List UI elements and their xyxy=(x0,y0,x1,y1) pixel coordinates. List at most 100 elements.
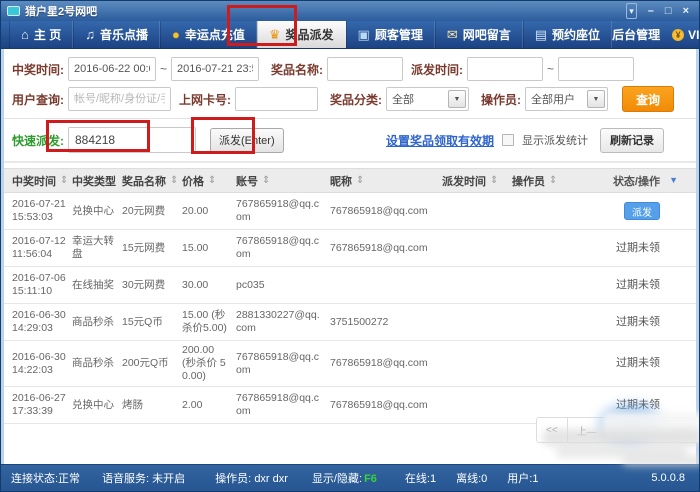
quick-dispatch-input[interactable] xyxy=(68,127,196,153)
tab-label: 音乐点播 xyxy=(100,26,148,43)
table-header-row: 中奖时间⇕中奖类型⇕奖品名称⇕价格⇕账号⇕昵称⇕派发时间⇕操作员⇕状态/操作▼ xyxy=(4,168,696,193)
sort-icon[interactable]: ⇕ xyxy=(208,175,216,186)
dispatch-button[interactable]: 派发 xyxy=(624,202,660,220)
music-icon: ♫ xyxy=(85,28,95,41)
cell-account: pc035 xyxy=(236,279,330,292)
tab-home[interactable]: ⌂主 页 xyxy=(9,21,73,48)
sort-icon[interactable]: ⇕ xyxy=(490,175,498,186)
cell-nick: 767865918@qq.com xyxy=(330,357,442,370)
hotkey-value: F6 xyxy=(364,473,377,485)
vip-icon: ¥ xyxy=(672,29,684,41)
title-bar: 猎户星2号网吧 ▾ – □ × xyxy=(1,1,699,21)
tab-label: 网吧留言 xyxy=(463,26,511,43)
cell-price: 2.00 xyxy=(182,399,236,412)
sort-icon[interactable]: ⇕ xyxy=(549,175,557,186)
refresh-records-button[interactable]: 刷新记录 xyxy=(600,128,664,153)
column-header-operator[interactable]: 操作员⇕ xyxy=(512,173,558,189)
tab-gift[interactable]: ♛奖品派发 xyxy=(257,21,346,48)
cell-type: 兑换中心 xyxy=(72,399,122,412)
sort-icon[interactable]: ⇕ xyxy=(262,175,270,186)
column-header-account[interactable]: 账号⇕ xyxy=(236,173,330,189)
cell-status: 过期未领 xyxy=(558,357,688,370)
sort-icon[interactable]: ⇕ xyxy=(356,175,364,186)
show-stats-checkbox[interactable] xyxy=(502,134,514,146)
vip-link[interactable]: ¥ VIP试用版 xyxy=(672,26,700,43)
chevron-down-icon: ▼ xyxy=(448,90,466,108)
cell-account: 2881330227@qq.com xyxy=(236,309,330,335)
set-validity-link[interactable]: 设置奖品领取有效期 xyxy=(386,132,494,149)
column-header-type[interactable]: 中奖类型⇕ xyxy=(72,173,122,189)
prize-category-value: 全部 xyxy=(387,91,448,107)
first-page-button[interactable]: << xyxy=(537,418,568,442)
cell-account: 767865918@qq.com xyxy=(236,235,330,261)
chevron-down-icon: ▼ xyxy=(587,90,605,108)
show-hide-hotkey: 显示/隐藏:F6 xyxy=(312,470,377,486)
cell-name: 20元网费 xyxy=(122,205,182,218)
column-header-label: 派发时间 xyxy=(442,173,486,189)
filter-row-2: 用户查询: 上网卡号: 奖品分类: 全部 ▼ 操作员: 全部用户 ▼ 查询 xyxy=(12,86,696,112)
tab-seat[interactable]: ▤预约座位 xyxy=(523,21,612,48)
sort-icon[interactable]: ⇕ xyxy=(170,175,178,186)
tab-coin[interactable]: ●幸运点充值 xyxy=(160,21,257,48)
window-title: 猎户星2号网吧 xyxy=(25,3,97,19)
column-header-price[interactable]: 价格 ⇕ xyxy=(182,173,236,189)
show-stats-label: 显示派发统计 xyxy=(522,132,588,148)
cell-type: 在线抽奖 xyxy=(72,279,122,292)
operator-select[interactable]: 全部用户 ▼ xyxy=(525,87,608,111)
column-header-label: 价格 xyxy=(182,173,204,189)
tab-music[interactable]: ♫ 音乐点播 xyxy=(73,21,160,48)
column-header-dispatch_time[interactable]: 派发时间 ⇕ xyxy=(442,173,512,189)
nav-right: 后台管理 ¥ VIP试用版 xyxy=(612,21,700,48)
dispatch-enter-button[interactable]: 派发(Enter) xyxy=(210,128,284,153)
cell-time: 2016-06-27 17:33:39 xyxy=(12,392,72,418)
search-button[interactable]: 查询 xyxy=(622,86,674,112)
cell-nick: 767865918@qq.com xyxy=(330,242,442,255)
column-header-time[interactable]: 中奖时间⇕ xyxy=(12,173,72,189)
range-separator: ~ xyxy=(547,62,554,76)
cell-nick: 767865918@qq.com xyxy=(330,399,442,412)
cell-name: 烤肠 xyxy=(122,399,182,412)
column-header-label: 中奖类型 xyxy=(72,173,116,189)
tab-monitor[interactable]: ▣顾客管理 xyxy=(346,21,435,48)
cell-price: 30.00 xyxy=(182,279,236,292)
filter-panel: 中奖时间: ~ 奖品名称: 派发时间: ~ 用户查询: 上网卡号: 奖品分类: … xyxy=(4,49,696,119)
cell-account: 767865918@qq.com xyxy=(236,392,330,418)
user-count: 用户:1 xyxy=(507,470,538,486)
prize-category-select[interactable]: 全部 ▼ xyxy=(386,87,469,111)
cell-name: 30元网费 xyxy=(122,279,182,292)
win-time-from-input[interactable] xyxy=(68,57,156,81)
win-time-label: 中奖时间: xyxy=(12,61,64,78)
maximize-button[interactable]: □ xyxy=(665,4,672,18)
user-query-input[interactable] xyxy=(68,87,171,111)
filter-icon[interactable]: ▼ xyxy=(669,175,678,185)
status-bar: 连接状态:正常 语音服务: 未开启 操作员: dxr dxr 显示/隐藏:F6 … xyxy=(1,464,699,491)
table-row: 2016-06-30 14:29:03商品秒杀15元Q币15.00 (秒杀价5.… xyxy=(4,304,696,341)
tab-message[interactable]: ✉网吧留言 xyxy=(435,21,523,48)
cell-time: 2016-07-12 11:56:04 xyxy=(12,235,72,261)
window-controls: ▾ – □ × xyxy=(626,3,693,19)
prize-name-input[interactable] xyxy=(327,57,403,81)
offline-count: 离线:0 xyxy=(456,470,487,486)
card-number-input[interactable] xyxy=(235,87,318,111)
nav-bar: ⌂主 页 ♫ 音乐点播 ●幸运点充值♛奖品派发▣顾客管理✉网吧留言▤预约座位 后台管理… xyxy=(1,21,699,49)
prev-page-button[interactable]: 上— xyxy=(568,418,700,442)
close-button[interactable]: × xyxy=(683,4,689,18)
voice-service-status: 语音服务: 未开启 xyxy=(102,470,185,486)
cell-time: 2016-07-06 15:11:10 xyxy=(12,272,72,298)
column-header-name[interactable]: 奖品名称 ⇕ xyxy=(122,173,182,189)
sort-icon[interactable]: ⇕ xyxy=(60,175,68,186)
dispatch-time-to-input[interactable] xyxy=(558,57,634,81)
skin-menu-button[interactable]: ▾ xyxy=(626,3,637,19)
column-header-nick[interactable]: 昵称 ⇕ xyxy=(330,173,442,189)
prize-category-label: 奖品分类: xyxy=(330,91,382,108)
column-header-label: 昵称 xyxy=(330,173,352,189)
quick-dispatch-label: 快速派发: xyxy=(12,132,64,149)
cell-name: 15元网费 xyxy=(122,242,182,255)
minimize-button[interactable]: – xyxy=(648,4,654,18)
win-time-to-input[interactable] xyxy=(171,57,259,81)
column-header-label: 奖品名称 xyxy=(122,173,166,189)
admin-link[interactable]: 后台管理 xyxy=(612,26,660,43)
range-separator: ~ xyxy=(160,62,167,76)
dispatch-time-from-input[interactable] xyxy=(467,57,543,81)
operator-value: 全部用户 xyxy=(526,91,587,107)
